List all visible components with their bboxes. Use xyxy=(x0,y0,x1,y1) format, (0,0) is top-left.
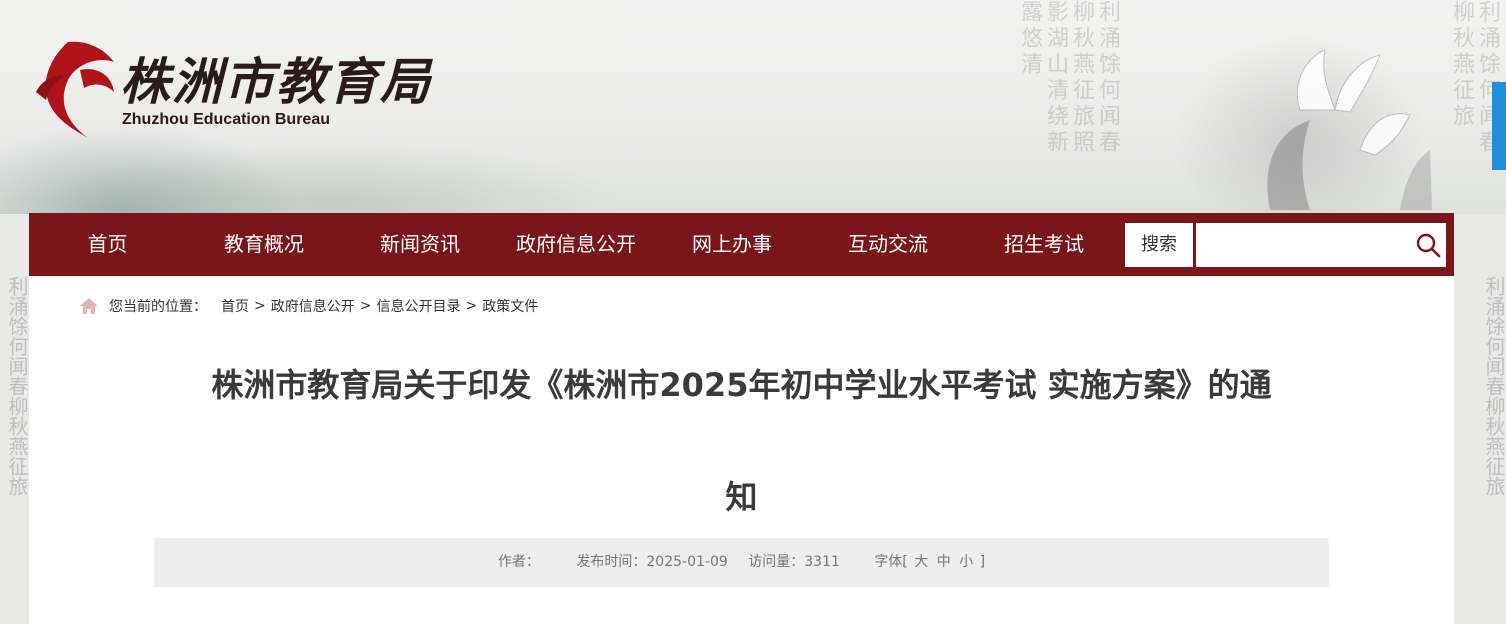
breadcrumb-gov-info[interactable]: 政府信息公开 xyxy=(271,296,355,316)
breadcrumb-prefix: 您当前的位置： xyxy=(109,299,207,315)
left-decoration: 利涌馀何闻春柳秋燕征旅 xyxy=(5,276,29,496)
view-count: 访问量：3311 xyxy=(748,554,840,570)
logo-text-cn: 株洲市教育局 xyxy=(120,52,432,111)
author-label: 作者： xyxy=(497,554,540,570)
breadcrumb: 您当前的位置： 首页 > 政府信息公开 > 信息公开目录 > 政策文件 xyxy=(79,296,538,316)
floating-side-tab[interactable] xyxy=(1492,82,1506,170)
lotus-decoration xyxy=(1267,49,1432,210)
breadcrumb-home[interactable]: 首页 xyxy=(221,296,249,316)
article-meta: 作者： 发布时间：2025-01-09 访问量：3311 字体[ 大 中 小 ] xyxy=(154,538,1329,587)
breadcrumb-policy-docs[interactable]: 政策文件 xyxy=(482,296,538,316)
nav-item-overview[interactable]: 教育概况 xyxy=(186,213,342,276)
article-title-line1: 株洲市教育局关于印发《株洲市2025年初中学业水平考试 实施方案》的通 xyxy=(211,366,1272,404)
nav-item-home[interactable]: 首页 xyxy=(29,213,186,276)
nav-item-gov-info[interactable]: 政府信息公开 xyxy=(498,213,654,276)
breadcrumb-separator: > xyxy=(359,298,372,314)
search-input[interactable] xyxy=(1196,223,1446,267)
breadcrumb-info-catalog[interactable]: 信息公开目录 xyxy=(376,296,460,316)
right-decoration: 利涌馀何闻春柳秋燕征旅 xyxy=(1482,276,1506,496)
background-calligraphy: 利涌馀何闻春柳秋燕征旅照影湖山清绕新露悠清 xyxy=(1017,0,1120,156)
nav-item-enrollment[interactable]: 招生考试 xyxy=(966,213,1122,276)
font-label: 字体[ xyxy=(874,554,908,570)
font-medium-button[interactable]: 中 xyxy=(937,554,951,570)
logo-icon xyxy=(36,41,115,138)
font-small-button[interactable]: 小 xyxy=(959,554,973,570)
nav-item-online-service[interactable]: 网上办事 xyxy=(654,213,810,276)
nav-item-interaction[interactable]: 互动交流 xyxy=(810,213,966,276)
breadcrumb-separator: > xyxy=(254,298,266,314)
search-label: 搜索 xyxy=(1125,223,1193,267)
date-label: 发布时间： xyxy=(576,554,647,570)
search-icon[interactable] xyxy=(1415,232,1441,258)
content-panel: 您当前的位置： 首页 > 政府信息公开 > 信息公开目录 > 政策文件 株洲市教… xyxy=(29,276,1454,624)
nav-item-news[interactable]: 新闻资讯 xyxy=(342,213,498,276)
font-size-control: 字体[ 大 中 小 ] xyxy=(874,554,985,570)
main-nav: 首页 教育概况 新闻资讯 政府信息公开 网上办事 互动交流 招生考试 搜索 xyxy=(29,213,1454,276)
views-value: 3311 xyxy=(804,554,840,570)
views-label: 访问量： xyxy=(748,554,805,570)
publish-date: 发布时间：2025-01-09 xyxy=(576,554,727,570)
home-icon xyxy=(80,298,98,314)
date-value: 2025-01-09 xyxy=(646,554,728,570)
font-large-button[interactable]: 大 xyxy=(914,554,928,570)
header-banner: 利涌馀何闻春柳秋燕征旅照影湖山清绕新露悠清 利涌馀何闻春柳秋燕征旅 株洲市教育局… xyxy=(0,0,1506,214)
breadcrumb-separator: > xyxy=(465,298,478,314)
font-close: ] xyxy=(979,554,986,570)
logo-text-en: Zhuzhou Education Bureau xyxy=(122,111,330,128)
